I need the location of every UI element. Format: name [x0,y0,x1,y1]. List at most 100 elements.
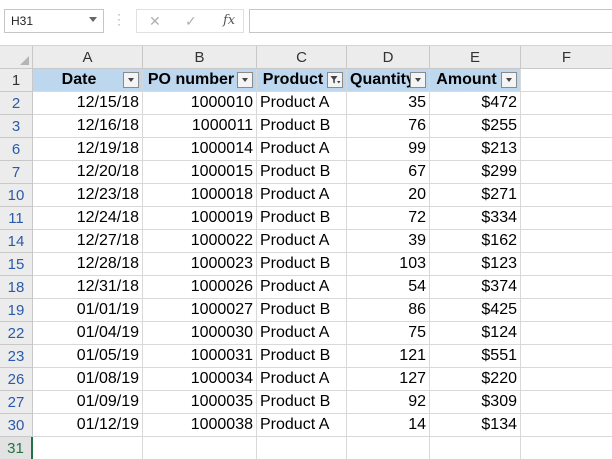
cell-date[interactable]: 12/20/18 [33,161,143,184]
cell-product[interactable]: Product A [257,138,347,161]
empty-cell[interactable] [521,230,612,253]
cell-quantity[interactable]: 76 [347,115,430,138]
more-options-icon[interactable]: · · · [117,8,121,30]
row-header[interactable]: 3 [0,115,33,138]
insert-function-icon[interactable]: fx [223,13,235,28]
filter-dropdown-po-number[interactable] [237,72,253,88]
column-header-e[interactable]: E [430,46,521,69]
empty-cell[interactable] [521,437,612,459]
cell-date[interactable]: 12/27/18 [33,230,143,253]
column-header-d[interactable]: D [347,46,430,69]
cell-quantity[interactable]: 54 [347,276,430,299]
cell-amount[interactable]: $123 [430,253,521,276]
row-header[interactable]: 2 [0,92,33,115]
row-header[interactable]: 14 [0,230,33,253]
cell-po-number[interactable]: 1000030 [143,322,257,345]
cell-po-number[interactable]: 1000015 [143,161,257,184]
cell-product[interactable]: Product A [257,184,347,207]
cell-quantity[interactable]: 35 [347,92,430,115]
empty-cell[interactable] [143,437,257,459]
cell-amount[interactable]: $309 [430,391,521,414]
row-header-selected[interactable]: 31 [0,437,33,459]
row-header[interactable]: 30 [0,414,33,437]
empty-cell[interactable] [347,437,430,459]
cell-product[interactable]: Product B [257,253,347,276]
cell-date[interactable]: 12/23/18 [33,184,143,207]
cell-product[interactable]: Product B [257,207,347,230]
cell-product[interactable]: Product B [257,299,347,322]
cell-po-number[interactable]: 1000018 [143,184,257,207]
row-header[interactable]: 23 [0,345,33,368]
cell-product[interactable]: Product B [257,391,347,414]
cell-quantity[interactable]: 127 [347,368,430,391]
empty-cell[interactable] [521,322,612,345]
cell-quantity[interactable]: 99 [347,138,430,161]
filter-dropdown-product[interactable] [327,72,343,88]
column-header-f[interactable]: F [521,46,612,69]
cell-amount[interactable]: $472 [430,92,521,115]
column-header-b[interactable]: B [143,46,257,69]
cell-po-number[interactable]: 1000034 [143,368,257,391]
cell-quantity[interactable]: 92 [347,391,430,414]
empty-cell[interactable] [33,437,143,459]
empty-cell[interactable] [521,368,612,391]
row-header[interactable]: 10 [0,184,33,207]
cell-product[interactable]: Product B [257,345,347,368]
cell-date[interactable]: 01/04/19 [33,322,143,345]
column-header-a[interactable]: A [33,46,143,69]
name-box[interactable]: H31 [4,9,104,33]
cell-date[interactable]: 01/08/19 [33,368,143,391]
row-header[interactable]: 19 [0,299,33,322]
row-header[interactable]: 26 [0,368,33,391]
cell-amount[interactable]: $425 [430,299,521,322]
cell-po-number[interactable]: 1000026 [143,276,257,299]
cell-amount[interactable]: $213 [430,138,521,161]
formula-input[interactable] [249,9,612,33]
row-header[interactable]: 7 [0,161,33,184]
cell-product[interactable]: Product A [257,92,347,115]
empty-cell[interactable] [521,299,612,322]
cell-amount[interactable]: $551 [430,345,521,368]
cell-amount[interactable]: $271 [430,184,521,207]
cell-amount[interactable]: $255 [430,115,521,138]
cell-date[interactable]: 12/19/18 [33,138,143,161]
empty-cell[interactable] [521,161,612,184]
cell-product[interactable]: Product B [257,161,347,184]
filter-dropdown-quantity[interactable] [410,72,426,88]
cell-product[interactable]: Product A [257,414,347,437]
cell-quantity[interactable]: 39 [347,230,430,253]
check-icon[interactable]: ✓ [185,13,197,30]
filter-dropdown-amount[interactable] [501,72,517,88]
cell-quantity[interactable]: 86 [347,299,430,322]
cell-quantity[interactable]: 67 [347,161,430,184]
row-header[interactable]: 22 [0,322,33,345]
cell-date[interactable]: 12/15/18 [33,92,143,115]
cell-amount[interactable]: $220 [430,368,521,391]
cell-date[interactable]: 01/09/19 [33,391,143,414]
empty-cell[interactable] [521,276,612,299]
row-header[interactable]: 11 [0,207,33,230]
cell-po-number[interactable]: 1000010 [143,92,257,115]
cell-quantity[interactable]: 103 [347,253,430,276]
column-header-c[interactable]: C [257,46,347,69]
row-header[interactable]: 15 [0,253,33,276]
cell-date[interactable]: 01/01/19 [33,299,143,322]
cancel-icon[interactable]: ✕ [149,13,161,30]
cell-amount[interactable]: $299 [430,161,521,184]
filter-dropdown-date[interactable] [123,72,139,88]
cell-amount[interactable]: $134 [430,414,521,437]
cell-date[interactable]: 12/16/18 [33,115,143,138]
cell-date[interactable]: 12/28/18 [33,253,143,276]
cell-po-number[interactable]: 1000023 [143,253,257,276]
cell-date[interactable]: 01/12/19 [33,414,143,437]
cell-amount[interactable]: $124 [430,322,521,345]
cell-po-number[interactable]: 1000031 [143,345,257,368]
empty-cell[interactable] [521,69,612,92]
cell-amount[interactable]: $334 [430,207,521,230]
cell-po-number[interactable]: 1000011 [143,115,257,138]
cell-po-number[interactable]: 1000019 [143,207,257,230]
empty-cell[interactable] [521,391,612,414]
empty-cell[interactable] [521,345,612,368]
row-header[interactable]: 18 [0,276,33,299]
cell-product[interactable]: Product A [257,322,347,345]
